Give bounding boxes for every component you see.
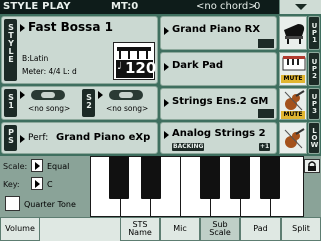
grand-piano-icon [284, 24, 305, 44]
s2-select-arrow[interactable] [98, 91, 103, 99]
track-low[interactable]: Analog Strings 2 BACKING +1 [160, 122, 277, 154]
violin-icon [284, 128, 305, 149]
key-c-sharp[interactable] [109, 156, 129, 199]
key-label: Key: [3, 180, 20, 189]
up1-icon-cell[interactable] [279, 16, 307, 50]
tab-mic[interactable]: Mic [160, 217, 200, 241]
scale-select-button[interactable] [31, 159, 43, 172]
tab-split[interactable]: Split [281, 217, 321, 241]
style-tab[interactable]: STYLE [4, 19, 17, 81]
style-name: Fast Bossa 1 [28, 20, 113, 34]
up3-select-arrow[interactable] [164, 99, 169, 107]
up3-icon-cell[interactable]: MUTE [279, 88, 307, 120]
mt-indicator: MT:0 [111, 1, 139, 12]
perf-select-arrow[interactable] [20, 135, 25, 143]
track-up3[interactable]: Strings Ens.2 GM [160, 88, 277, 120]
perf-name: Grand Piano eXp [56, 132, 151, 143]
up2-tab[interactable]: UP2 [308, 52, 320, 86]
track-up1[interactable]: Grand Piano RX [160, 16, 277, 50]
s1-select-arrow[interactable] [20, 91, 25, 99]
up1-keyboard-indicator [258, 39, 274, 48]
scale-keyboard[interactable] [90, 156, 304, 217]
lock-icon [308, 161, 316, 171]
perf-label: Perf: [28, 133, 49, 143]
quarter-tone-checkbox[interactable] [5, 196, 20, 211]
tab-pad[interactable]: Pad [240, 217, 281, 241]
style-meter: Meter: 4/4 L: d [22, 67, 77, 76]
s1-tab[interactable]: S1 [4, 89, 17, 117]
style-select-arrow[interactable] [20, 24, 25, 32]
violin-icon [284, 90, 305, 111]
title-bar: STYLE PLAY MT:0 <no chord> 0 [0, 0, 321, 14]
tab-sts-name[interactable]: STS Name [120, 217, 160, 241]
octave-badge: +1 [259, 143, 271, 151]
s2-disk-icon [109, 90, 143, 100]
up3-keyboard-indicator [258, 109, 274, 118]
up1-name: Grand Piano RX [172, 24, 261, 35]
style-panel[interactable]: STYLE Fast Bossa 1 B:Latin Meter: 4/4 L:… [1, 16, 158, 84]
scale-label: Scale: [3, 162, 28, 171]
tempo-field[interactable]: ♩ 120 [116, 59, 157, 78]
scale-value: Equal [47, 162, 70, 171]
tempo-box[interactable]: ♩ 120 [113, 42, 157, 80]
s1-disk-icon [31, 90, 65, 100]
key-f-sharp[interactable] [200, 156, 220, 199]
up2-icon-cell[interactable]: MUTE [279, 52, 307, 86]
low-tab[interactable]: LOW [308, 122, 320, 154]
key-select-button[interactable] [31, 177, 43, 190]
metronome-beats-icon [117, 47, 151, 59]
song-panel[interactable]: S1 <no song> S2 <no song> [1, 86, 158, 120]
key-value: C [47, 180, 53, 189]
keyboard-icon [282, 56, 306, 71]
up3-name: Strings Ens.2 GM [172, 96, 269, 107]
s1-song-name: <no song> [28, 104, 71, 113]
backing-badge: BACKING [172, 143, 205, 151]
up2-select-arrow[interactable] [164, 63, 169, 71]
lock-button[interactable] [304, 159, 320, 173]
up3-mute-badge: MUTE [281, 111, 305, 119]
chord-value: 0 [254, 1, 261, 12]
low-icon-cell[interactable] [279, 122, 307, 154]
tab-volume[interactable]: Volume [0, 217, 40, 241]
up1-select-arrow[interactable] [164, 27, 169, 35]
tempo-value: 120 [125, 59, 157, 77]
low-select-arrow[interactable] [164, 131, 169, 139]
up3-tab[interactable]: UP3 [308, 88, 320, 120]
up1-tab[interactable]: UP1 [308, 16, 320, 50]
track-up2[interactable]: Dark Pad [160, 52, 277, 86]
mode-title: STYLE PLAY [3, 1, 71, 12]
chord-display: <no chord> [196, 1, 257, 12]
tab-sub-scale[interactable]: Sub Scale [200, 217, 240, 241]
key-d-sharp[interactable] [141, 156, 161, 199]
style-bank: B:Latin [22, 54, 49, 63]
s2-song-name: <no song> [106, 104, 149, 113]
note-icon: ♩ [117, 61, 122, 72]
key-g-sharp[interactable] [230, 156, 250, 199]
key-a-sharp[interactable] [260, 156, 280, 199]
up2-mute-badge: MUTE [281, 75, 305, 83]
low-name: Analog Strings 2 [172, 128, 266, 139]
performance-panel[interactable]: PS Perf: Grand Piano eXp [1, 122, 158, 154]
quarter-tone-label: Quarter Tone [24, 200, 76, 209]
ps-tab[interactable]: PS [4, 125, 17, 151]
scale-section: Scale: Equal Key: C Quarter Tone [0, 156, 321, 217]
s2-tab[interactable]: S2 [82, 89, 95, 117]
up2-name: Dark Pad [172, 60, 224, 71]
bottom-spacer [40, 217, 120, 241]
page-menu-button[interactable] [279, 0, 321, 14]
